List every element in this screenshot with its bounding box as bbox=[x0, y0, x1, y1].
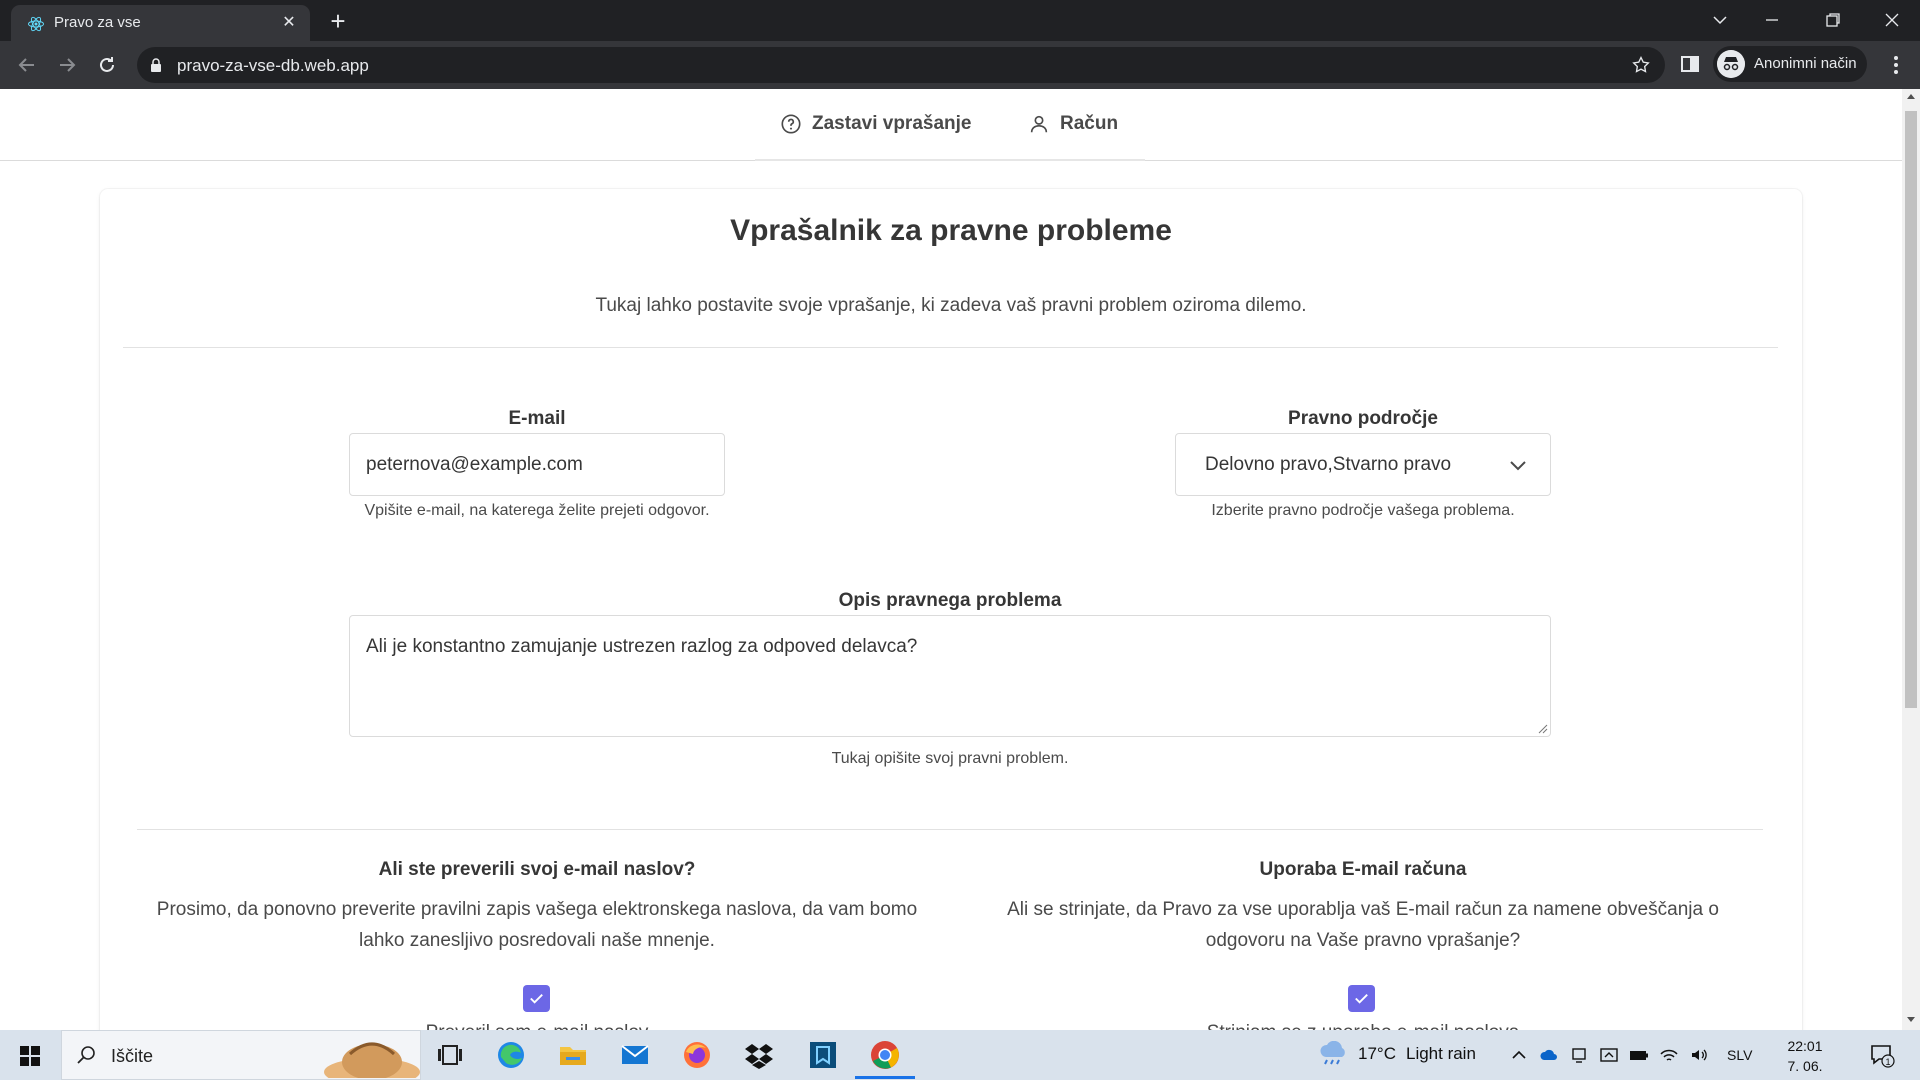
consent-checkbox[interactable] bbox=[1348, 985, 1375, 1012]
divider bbox=[123, 347, 1778, 348]
site-navbar: Zastavi vprašanje Račun bbox=[0, 89, 1902, 161]
chevron-down-icon[interactable] bbox=[1708, 8, 1732, 32]
browser-tab-strip: Pravo za vse ✕ + bbox=[0, 0, 1920, 41]
incognito-icon bbox=[1717, 50, 1745, 78]
scroll-up-arrow-icon[interactable] bbox=[1907, 94, 1915, 99]
page-title: Vprašalnik za pravne probleme bbox=[730, 214, 1172, 247]
scroll-thumb[interactable] bbox=[1905, 111, 1917, 708]
browser-tab[interactable]: Pravo za vse ✕ bbox=[11, 5, 310, 41]
description-help: Tukaj opišite svoj pravni problem. bbox=[831, 750, 1069, 767]
tab-title: Pravo za vse bbox=[54, 14, 141, 31]
clock-time: 22:01 bbox=[1787, 1038, 1823, 1054]
forward-arrow-icon[interactable] bbox=[55, 53, 79, 77]
incognito-button[interactable]: Anonimni način bbox=[1713, 46, 1867, 82]
nav-ask-label: Zastavi vprašanje bbox=[812, 113, 972, 134]
app-tile-icon[interactable] bbox=[807, 1039, 839, 1071]
back-arrow-icon[interactable] bbox=[15, 53, 39, 77]
side-panel-icon[interactable] bbox=[1679, 53, 1701, 75]
onedrive-cloud-icon[interactable] bbox=[1539, 1045, 1559, 1065]
consent-text-line2: odgovoru na Vaše pravno vprašanje? bbox=[1205, 930, 1521, 951]
windows-start-icon[interactable] bbox=[20, 1046, 40, 1066]
check-icon bbox=[530, 994, 543, 1004]
address-bar[interactable]: pravo-za-vse-db.web.app bbox=[137, 47, 1665, 83]
search-icon bbox=[77, 1046, 95, 1064]
edge-browser-icon[interactable] bbox=[495, 1039, 527, 1071]
active-app-indicator bbox=[855, 1076, 915, 1079]
legal-area-select[interactable]: Delovno pravo,Stvarno pravo bbox=[1175, 433, 1551, 496]
nav-account-label: Račun bbox=[1060, 113, 1119, 134]
page-subtitle: Tukaj lahko postavite svoje vprašanje, k… bbox=[595, 295, 1307, 316]
clock-date: 7. 06. 2023 bbox=[1787, 1058, 1823, 1080]
chevron-down-icon bbox=[1510, 461, 1526, 471]
search-highlight-illustration-icon bbox=[324, 1042, 420, 1078]
weather-description: Light rain bbox=[1405, 1044, 1476, 1063]
lock-icon[interactable] bbox=[150, 58, 162, 72]
browser-toolbar: pravo-za-vse-db.web.app Anonimni način bbox=[0, 41, 1920, 89]
new-tab-button[interactable]: + bbox=[324, 8, 352, 36]
check-icon bbox=[1355, 994, 1368, 1004]
verify-checkbox-label[interactable]: Preveril sem e-mail naslov bbox=[337, 1022, 737, 1030]
question-circle-icon bbox=[781, 114, 801, 134]
email-help: Vpišite e-mail, na katerega želite preje… bbox=[364, 502, 710, 519]
close-window-icon[interactable] bbox=[1880, 8, 1904, 32]
chevron-up-icon[interactable] bbox=[1509, 1045, 1529, 1065]
nav-ask-question[interactable]: Zastavi vprašanje bbox=[780, 113, 971, 135]
battery-icon[interactable] bbox=[1629, 1045, 1649, 1065]
bookmark-star-icon[interactable] bbox=[1631, 55, 1651, 75]
description-label: Opis pravnega problema bbox=[838, 590, 1062, 611]
legal-area-label: Pravno področje bbox=[1288, 408, 1438, 429]
firefox-icon[interactable] bbox=[681, 1039, 713, 1071]
verify-title: Ali ste preverili svoj e-mail naslov? bbox=[378, 859, 696, 880]
weather-widget[interactable]: 17°C Light rain bbox=[1318, 1041, 1476, 1067]
minimize-icon[interactable] bbox=[1760, 8, 1784, 32]
windows-taskbar: Iščite 17°C Light rain SLV 22:01 7. 06. … bbox=[0, 1030, 1920, 1080]
legal-area-value: Delovno pravo,Stvarno pravo bbox=[1205, 454, 1452, 475]
wifi-icon[interactable] bbox=[1659, 1045, 1679, 1065]
restore-icon[interactable] bbox=[1821, 8, 1845, 32]
consent-title: Uporaba E-mail računa bbox=[1259, 859, 1467, 880]
dropbox-icon[interactable] bbox=[743, 1039, 775, 1071]
device-icon[interactable] bbox=[1569, 1045, 1589, 1065]
screen-share-icon[interactable] bbox=[1599, 1045, 1619, 1065]
file-explorer-icon[interactable] bbox=[557, 1039, 589, 1071]
verify-text-line1: Prosimo, da ponovno preverite pravilni z… bbox=[156, 899, 918, 920]
resize-grip-icon[interactable] bbox=[1538, 724, 1548, 734]
description-textarea[interactable]: Ali je konstantno zamujanje ustrezen raz… bbox=[349, 615, 1551, 737]
more-vert-icon[interactable] bbox=[1884, 53, 1908, 77]
email-label: E-mail bbox=[508, 408, 566, 429]
url-text[interactable]: pravo-za-vse-db.web.app bbox=[177, 56, 369, 76]
notification-count: 1 bbox=[1885, 1057, 1890, 1067]
consent-text: Ali se strinjate, da Pravo za vse uporab… bbox=[943, 894, 1783, 956]
user-icon bbox=[1030, 115, 1048, 133]
email-field[interactable] bbox=[349, 433, 725, 496]
mail-icon[interactable] bbox=[619, 1039, 651, 1071]
verify-checkbox[interactable] bbox=[523, 985, 550, 1012]
consent-text-line1: Ali se strinjate, da Pravo za vse uporab… bbox=[1007, 899, 1719, 920]
language-indicator[interactable]: SLV bbox=[1727, 1047, 1752, 1063]
consent-checkbox-label[interactable]: Strinjam se z uporabo e-mail naslova bbox=[1113, 1022, 1613, 1030]
task-view-icon[interactable] bbox=[433, 1039, 465, 1071]
scroll-down-arrow-icon[interactable] bbox=[1907, 1017, 1915, 1022]
notification-icon[interactable]: 1 bbox=[1869, 1042, 1895, 1068]
clock[interactable]: 22:01 7. 06. 2023 bbox=[1770, 1036, 1840, 1080]
nav-active-underline bbox=[755, 159, 1145, 161]
verify-text: Prosimo, da ponovno preverite pravilni z… bbox=[117, 894, 957, 956]
incognito-label: Anonimni način bbox=[1754, 55, 1857, 72]
rain-cloud-icon bbox=[1320, 1041, 1345, 1065]
volume-icon[interactable] bbox=[1689, 1045, 1709, 1065]
description-text: Ali je konstantno zamujanje ustrezen raz… bbox=[366, 636, 918, 657]
nav-account[interactable]: Račun bbox=[1028, 113, 1118, 135]
page-scrollbar[interactable] bbox=[1902, 89, 1920, 1030]
divider bbox=[137, 829, 1763, 830]
page-viewport: Zastavi vprašanje Račun Vprašalnik za pr… bbox=[0, 89, 1902, 1030]
weather-temperature: 17°C bbox=[1358, 1044, 1396, 1063]
taskbar-search-placeholder: Iščite bbox=[111, 1046, 154, 1066]
taskbar-search-box[interactable]: Iščite bbox=[61, 1030, 421, 1080]
chrome-icon[interactable] bbox=[869, 1039, 901, 1071]
legal-area-help: Izberite pravno področje vašega problema… bbox=[1211, 502, 1515, 519]
verify-text-line2: lahko zanesljivo posredovali naše mnenje… bbox=[359, 930, 715, 951]
react-atom-icon bbox=[28, 16, 44, 32]
close-icon[interactable]: ✕ bbox=[279, 13, 299, 33]
reload-icon[interactable] bbox=[95, 53, 119, 77]
